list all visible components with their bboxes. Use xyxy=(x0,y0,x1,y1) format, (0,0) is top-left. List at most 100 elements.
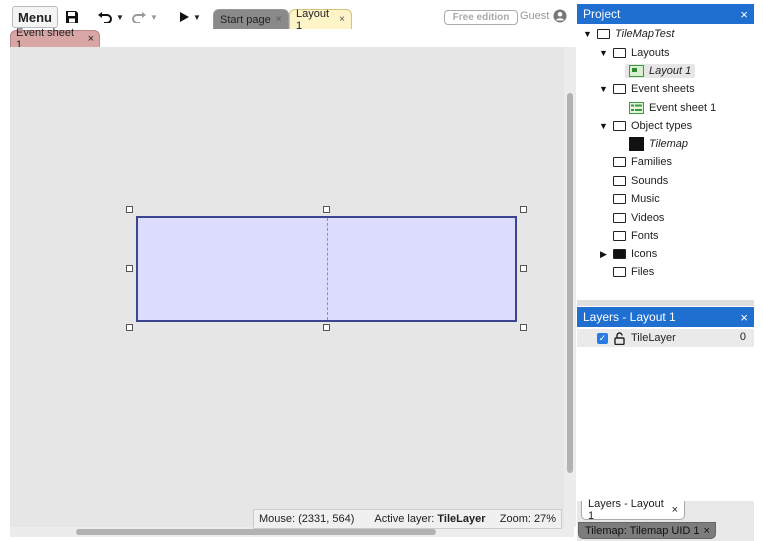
folder-icon xyxy=(613,213,626,223)
resize-handle-top-right[interactable] xyxy=(520,206,527,213)
undo-dropdown-icon[interactable]: ▼ xyxy=(116,6,124,28)
bottom-tab-bar: Layers - Layout 1 × Tilemap: Tilemap UID… xyxy=(577,498,754,541)
close-icon[interactable]: × xyxy=(672,504,678,516)
main-toolbar: Menu ▼ ▼ ▼ Start page × Layout 1 × Free … xyxy=(10,4,576,32)
panel-splitter[interactable] xyxy=(577,300,754,306)
mouse-position: Mouse: (2331, 564) xyxy=(259,513,355,525)
close-icon[interactable]: × xyxy=(339,14,345,25)
resize-handle-bottom-left[interactable] xyxy=(126,324,133,331)
close-icon[interactable]: × xyxy=(276,14,282,25)
tree-item-selection: Layout 1 xyxy=(625,64,696,78)
expanded-icon[interactable]: ▼ xyxy=(599,84,608,94)
close-icon[interactable]: × xyxy=(88,33,94,45)
folder-icon xyxy=(613,231,626,241)
folder-icon xyxy=(613,194,626,204)
redo-dropdown-icon[interactable]: ▼ xyxy=(150,6,158,28)
expanded-icon[interactable]: ▼ xyxy=(583,29,592,39)
resize-handle-top-left[interactable] xyxy=(126,206,133,213)
resize-handle-right[interactable] xyxy=(520,265,527,272)
layer-instance-count: 0 xyxy=(739,331,746,343)
resize-handle-bottom-right[interactable] xyxy=(520,324,527,331)
resize-handle-top[interactable] xyxy=(323,206,330,213)
tilemap-icon xyxy=(629,137,644,151)
tree-item-tilemap[interactable]: Tilemap xyxy=(629,135,688,153)
folder-icon xyxy=(597,29,610,39)
tree-item-families[interactable]: Families xyxy=(613,153,672,171)
close-icon[interactable]: × xyxy=(740,7,748,22)
folder-icon xyxy=(613,84,626,94)
tree-item-layout-1[interactable]: Layout 1 xyxy=(625,62,696,80)
tab-label: Layout 1 xyxy=(296,7,330,32)
horizontal-scroll-thumb[interactable] xyxy=(76,529,436,535)
unlock-icon[interactable] xyxy=(614,331,625,345)
folder-icon xyxy=(613,121,626,131)
save-icon xyxy=(66,11,78,23)
layer-row[interactable]: ✓ TileLayer 0 xyxy=(577,329,754,347)
tree-item-event-sheets[interactable]: ▼ Event sheets xyxy=(599,80,695,98)
tilemap-center-guide xyxy=(327,218,328,320)
construct-editor: Menu ▼ ▼ ▼ Start page × Layout 1 × Free … xyxy=(0,0,763,541)
close-icon[interactable]: × xyxy=(740,310,748,325)
folder-icon xyxy=(613,267,626,277)
undo-icon xyxy=(98,12,112,23)
active-layer-label: Active layer: xyxy=(374,513,435,525)
project-panel-header: Project × xyxy=(577,4,754,24)
tree-item-object-types[interactable]: ▼ Object types xyxy=(599,117,692,135)
resize-handle-bottom[interactable] xyxy=(323,324,330,331)
tree-item-fonts[interactable]: Fonts xyxy=(613,227,659,245)
tree-item-layouts[interactable]: ▼ Layouts xyxy=(599,44,670,62)
menu-button[interactable]: Menu xyxy=(12,6,58,28)
tree-item-files[interactable]: Files xyxy=(613,263,654,281)
tab-event-sheet-1[interactable]: Event sheet 1 × xyxy=(10,27,100,51)
user-icon[interactable] xyxy=(553,9,567,23)
panel-title: Layers - Layout 1 xyxy=(583,310,676,324)
resize-handle-left[interactable] xyxy=(126,265,133,272)
tab-label: Start page xyxy=(220,13,271,26)
tab-tilemap-bar[interactable]: Tilemap: Tilemap UID 1 × xyxy=(578,522,716,539)
tab-layers-layout-1[interactable]: Layers - Layout 1 × xyxy=(581,498,685,522)
close-icon[interactable]: × xyxy=(704,525,710,537)
status-bar: Mouse: (2331, 564) Active layer: TileLay… xyxy=(253,509,562,529)
redo-icon xyxy=(132,12,146,23)
tree-item-root[interactable]: ▼ TileMapTest xyxy=(583,25,674,43)
zoom-level: Zoom: 27% xyxy=(499,513,556,525)
panel-title: Project xyxy=(583,7,621,21)
redo-button[interactable] xyxy=(128,6,150,28)
layers-panel: Layers - Layout 1 × ✓ TileLayer 0 xyxy=(577,307,754,501)
expanded-icon[interactable]: ▼ xyxy=(599,48,608,58)
layer-name: TileLayer xyxy=(631,332,676,344)
event-sheet-icon xyxy=(629,102,644,114)
tab-layout-1[interactable]: Layout 1 × xyxy=(289,7,352,32)
folder-icon xyxy=(613,48,626,58)
layer-visible-checkbox[interactable]: ✓ xyxy=(597,332,608,344)
folder-icon xyxy=(613,157,626,167)
tree-item-event-sheet-1[interactable]: Event sheet 1 xyxy=(629,99,716,117)
folder-icon xyxy=(613,249,626,259)
save-button[interactable] xyxy=(62,6,82,28)
project-panel: Project × ▼ TileMapTest ▼ Layouts Layout… xyxy=(577,4,754,298)
vertical-scrollbar[interactable] xyxy=(564,47,576,527)
layers-panel-header: Layers - Layout 1 × xyxy=(577,307,754,327)
tab-label: Tilemap: Tilemap UID 1 xyxy=(585,524,700,537)
tree-item-sounds[interactable]: Sounds xyxy=(613,172,668,190)
play-dropdown-icon[interactable]: ▼ xyxy=(193,6,201,28)
undo-button[interactable] xyxy=(94,6,116,28)
active-layer-value: TileLayer xyxy=(437,513,486,525)
active-layer: Active layer: TileLayer xyxy=(374,513,499,525)
vertical-scroll-thumb[interactable] xyxy=(567,93,573,473)
expanded-icon[interactable]: ▼ xyxy=(599,121,608,131)
tree-item-videos[interactable]: Videos xyxy=(613,209,664,227)
free-edition-badge[interactable]: Free edition xyxy=(444,10,518,25)
folder-icon xyxy=(613,176,626,186)
tab-start-page[interactable]: Start page × xyxy=(213,9,289,29)
play-icon xyxy=(180,12,189,22)
layout-icon xyxy=(629,65,644,77)
tree-item-music[interactable]: Music xyxy=(613,190,660,208)
guest-label[interactable]: Guest xyxy=(520,10,549,22)
layout-canvas[interactable] xyxy=(10,47,574,527)
tilemap-object[interactable] xyxy=(136,216,517,322)
tab-label: Layers - Layout 1 xyxy=(588,498,664,522)
tree-item-icons[interactable]: ▶ Icons xyxy=(599,245,657,263)
collapsed-icon[interactable]: ▶ xyxy=(599,249,608,260)
play-button[interactable] xyxy=(174,6,194,28)
